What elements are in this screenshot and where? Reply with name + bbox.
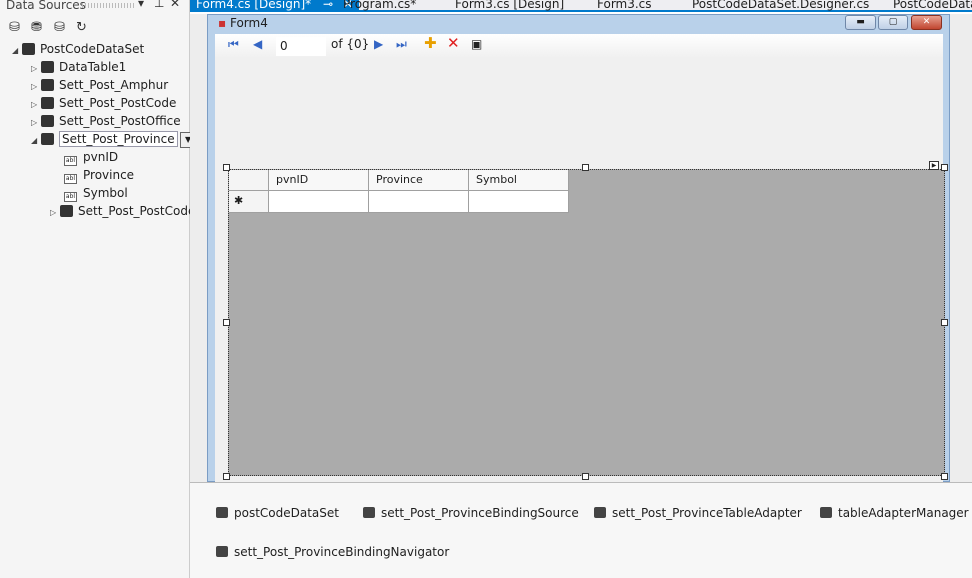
move-last-icon[interactable]: ⏭ [396,37,407,52]
drag-grip[interactable] [82,3,134,8]
dataset-icon [216,507,228,518]
move-first-icon[interactable]: ⏮ [228,37,239,52]
dropdown-icon[interactable]: ▾ [138,0,144,9]
pin-icon[interactable]: ⊸ [323,0,333,11]
tray-component[interactable]: sett_Post_ProvinceBindingSource [363,506,579,520]
edit-dataset-icon[interactable]: ⛃ [31,20,42,35]
label: Sett_Post_PostOffice [59,114,181,128]
resize-handle[interactable] [223,164,230,171]
tree-item[interactable]: ▷ Sett_Post_PostCode [50,202,195,220]
textbox-icon: abl [64,192,77,202]
add-datasource-icon[interactable]: ⛁ [9,20,20,35]
tree-field[interactable]: abl pvnID [64,148,118,166]
grid-corner [229,170,269,191]
tray-component[interactable]: tableAdapterManager [820,506,969,520]
form-icon: ▪ [218,16,227,30]
tab-form4-design[interactable]: Form4.cs [Design]* ⊸ ✕ [190,0,359,11]
tree-item[interactable]: ▷ DataTable1 [31,58,126,76]
grid-cell[interactable] [269,191,369,213]
new-row-header: ✱ [229,191,269,213]
binding-source-icon [363,507,375,518]
form-title: ▪ Form4 [218,16,268,30]
label: Sett_Post_Amphur [59,78,169,92]
textbox-icon: abl [64,174,77,184]
table-icon [41,133,54,145]
table-icon [60,205,73,217]
resize-handle[interactable] [223,319,230,326]
tree-root[interactable]: ◢ PostCodeDataSet [12,40,144,58]
label: sett_Post_ProvinceBindingSource [381,506,579,520]
delete-icon[interactable]: ✕ [447,34,460,52]
resize-handle[interactable] [941,473,948,480]
label: DataTable1 [59,60,127,74]
save-icon[interactable]: ▣ [471,37,482,51]
tab-form3-design[interactable]: Form3.cs [Design] [455,0,564,11]
resize-handle[interactable] [223,473,230,480]
document-tabs: Form4.cs [Design]* ⊸ ✕ Program.cs* Form3… [190,0,972,12]
label: Sett_Post_PostCode [59,96,177,110]
tray-component[interactable]: sett_Post_ProvinceBindingNavigator [216,545,449,559]
tree-item[interactable]: ▷ Sett_Post_PostOffice [31,112,181,130]
label: postCodeDataSet [234,506,339,520]
label: PostCodeDataSet [40,42,145,56]
close-button[interactable]: ✕ [911,15,942,30]
configure-icon[interactable]: ⛁ [54,20,65,35]
textbox-icon: abl [64,156,77,166]
label: pvnID [83,150,119,164]
tray-component[interactable]: postCodeDataSet [216,506,339,520]
column-header[interactable]: Province [369,170,469,191]
table-icon [41,115,54,127]
refresh-icon[interactable]: ↻ [76,20,87,35]
binding-navigator-icon [216,546,228,557]
column-header[interactable]: pvnID [269,170,369,191]
resize-handle[interactable] [582,473,589,480]
data-grid-view[interactable] [228,169,945,476]
panel-header: Data Sources ▾ ⊥ ✕ [0,0,190,12]
tree-item-selected[interactable]: ◢ Sett_Post_Province ▼ [31,130,197,148]
tree-field[interactable]: abl Province [64,166,134,184]
tree-field[interactable]: abl Symbol [64,184,128,202]
resize-handle[interactable] [941,164,948,171]
dataset-icon [22,43,35,55]
move-next-icon[interactable]: ▶ [374,37,383,51]
component-tray [190,482,972,578]
add-new-icon[interactable]: ✚ [424,34,437,52]
label: Symbol [83,186,128,200]
resize-handle[interactable] [941,319,948,326]
label: Form4.cs [Design]* [196,0,312,11]
grid-cell[interactable] [369,191,469,213]
position-input[interactable]: 0 [276,37,326,56]
panel-title: Data Sources [6,0,86,12]
tab-dataset-designer[interactable]: PostCodeDataSet.Designer.cs [692,0,869,11]
count-label: of {0} [331,37,370,51]
tray-component[interactable]: sett_Post_ProvinceTableAdapter [594,506,802,520]
table-icon [41,61,54,73]
tree-item[interactable]: ▷ Sett_Post_PostCode [31,94,176,112]
label: Sett_Post_PostCode [78,204,196,218]
smart-tag-icon[interactable]: ▶ [929,161,939,170]
label: Sett_Post_Province [59,131,178,147]
table-adapter-manager-icon [820,507,832,518]
minimize-button[interactable]: ▬ [845,15,876,30]
tab-dataset[interactable]: PostCodeDataSet [893,0,972,11]
table-icon [41,97,54,109]
label: sett_Post_ProvinceTableAdapter [612,506,802,520]
tab-form3[interactable]: Form3.cs [597,0,652,11]
grid-cell[interactable] [469,191,569,213]
label: sett_Post_ProvinceBindingNavigator [234,545,450,559]
tab-program[interactable]: Program.cs* [343,0,416,11]
table-icon [41,79,54,91]
maximize-button[interactable]: ▢ [878,15,908,30]
label: Form4 [229,16,268,30]
tree-item[interactable]: ▷ Sett_Post_Amphur [31,76,168,94]
table-adapter-icon [594,507,606,518]
close-icon[interactable]: ✕ [170,0,180,9]
resize-handle[interactable] [582,164,589,171]
label: Province [83,168,135,182]
pin-icon[interactable]: ⊥ [154,0,164,9]
label: tableAdapterManager [838,506,969,520]
move-previous-icon[interactable]: ◀ [253,37,262,51]
column-header[interactable]: Symbol [469,170,569,191]
